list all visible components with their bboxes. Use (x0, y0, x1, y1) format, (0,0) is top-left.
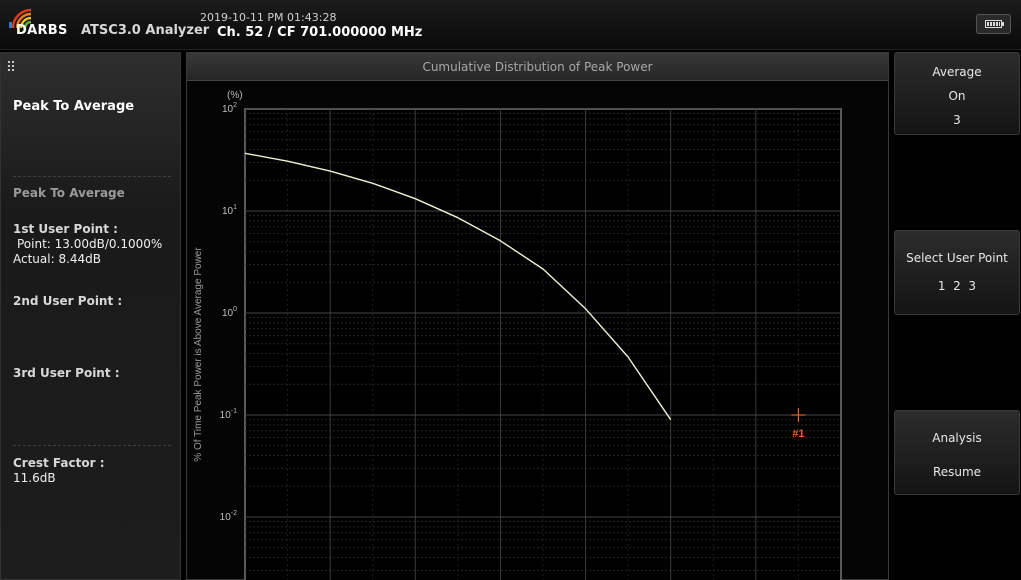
average-button[interactable]: Average On 3 (894, 52, 1020, 135)
section-title: Peak To Average (13, 186, 125, 200)
average-state: On (948, 89, 966, 103)
y-tick-label: 101 (222, 204, 237, 217)
y-unit-label: (%) (227, 90, 243, 101)
panel-heading: Peak To Average (13, 99, 135, 114)
crest-factor-value: 11.6dB (13, 471, 56, 485)
analysis-button[interactable]: Analysis Resume (894, 410, 1020, 495)
user-point-2-label: 2nd User Point : (13, 294, 123, 308)
select-user-point-button[interactable]: Select User Point 1 2 3 (894, 230, 1020, 315)
crest-factor-label: Crest Factor : (13, 456, 105, 470)
y-tick-label: 100 (222, 306, 237, 319)
analysis-title: Analysis (932, 431, 982, 445)
user-point-1-point: Point: 13.00dB/0.1000% (17, 237, 163, 251)
channel-frequency: Ch. 52 / CF 701.000000 MHz (217, 25, 423, 40)
y-tick-label: 10-2 (220, 510, 237, 523)
user-point-options: 1 2 3 (937, 279, 977, 293)
chart-panel: Cumulative Distribution of Peak Power 10… (186, 52, 889, 580)
average-count: 3 (953, 113, 961, 127)
analysis-state: Resume (932, 465, 982, 479)
user-point-1-label: 1st User Point : (13, 222, 118, 236)
y-axis-label: % Of Time Peak Power is Above Average Po… (193, 247, 204, 462)
datetime: 2019-10-11 PM 01:43:28 (200, 11, 337, 24)
chart-title: Cumulative Distribution of Peak Power (187, 53, 888, 81)
select-user-point-title: Select User Point (906, 251, 1008, 265)
left-info-panel: Peak To Average Peak To Average 1st User… (0, 52, 181, 580)
divider (13, 176, 171, 177)
user-point-3-label: 3rd User Point : (13, 366, 120, 380)
top-bar: DARBS ATSC3.0 Analyzer 2019-10-11 PM 01:… (0, 0, 1021, 50)
drag-handle-icon[interactable] (7, 60, 15, 72)
user-point-1-actual: Actual: 8.44dB (13, 252, 102, 266)
y-tick-label: 102 (222, 102, 237, 115)
user-point-label: #1 (792, 428, 804, 440)
y-tick-label: 10-1 (220, 408, 237, 421)
brand-name: DARBS (16, 23, 68, 38)
average-title: Average (932, 65, 982, 79)
app-title: ATSC3.0 Analyzer (81, 23, 210, 38)
divider (13, 445, 171, 446)
battery-icon (976, 14, 1011, 34)
ccdf-chart[interactable]: 102 101 100 10-1 10-2 (%) % Of Time Peak Power… (187, 82, 888, 580)
